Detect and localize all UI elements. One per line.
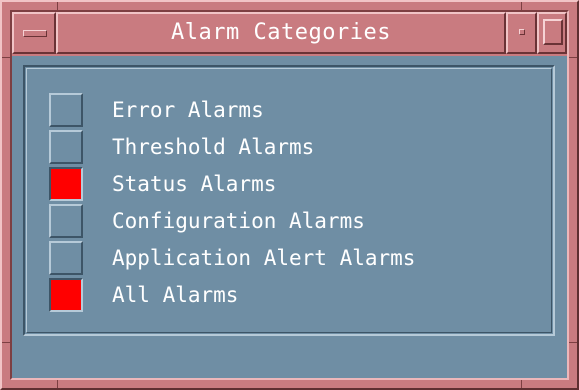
window-title[interactable]: Alarm Categories <box>56 12 506 54</box>
resize-mark <box>57 380 58 388</box>
resize-mark <box>2 57 10 58</box>
category-label: Configuration Alarms <box>112 209 365 233</box>
all-alarms-toggle[interactable] <box>49 278 83 312</box>
client-area: Error Alarms Threshold Alarms Status Ala… <box>12 56 567 378</box>
category-option-error[interactable]: Error Alarms <box>49 93 549 127</box>
resize-mark <box>569 57 577 58</box>
maximize-button[interactable] <box>537 12 567 54</box>
category-option-threshold[interactable]: Threshold Alarms <box>49 130 549 164</box>
category-option-application-alert[interactable]: Application Alert Alarms <box>49 241 549 275</box>
alarm-categories-window: Alarm Categories Error Alarms Threshold … <box>0 0 579 390</box>
category-option-status[interactable]: Status Alarms <box>49 167 549 201</box>
categories-group: Error Alarms Threshold Alarms Status Ala… <box>23 65 555 336</box>
error-alarms-toggle[interactable] <box>49 93 83 127</box>
category-label: Application Alert Alarms <box>112 246 416 270</box>
resize-mark <box>521 2 522 10</box>
resize-mark <box>57 2 58 10</box>
resize-mark <box>569 342 577 343</box>
category-label: All Alarms <box>112 283 239 307</box>
threshold-alarms-toggle[interactable] <box>49 130 83 164</box>
category-option-all[interactable]: All Alarms <box>49 278 549 312</box>
maximize-icon <box>543 19 563 45</box>
minimize-button[interactable] <box>506 12 537 54</box>
resize-mark <box>2 342 10 343</box>
configuration-alarms-toggle[interactable] <box>49 204 83 238</box>
window-menu-icon <box>23 30 47 37</box>
application-alert-alarms-toggle[interactable] <box>49 241 83 275</box>
category-label: Error Alarms <box>112 98 264 122</box>
resize-mark <box>521 380 522 388</box>
category-label: Threshold Alarms <box>112 135 315 159</box>
title-bar[interactable]: Alarm Categories <box>12 12 567 56</box>
status-alarms-toggle[interactable] <box>49 167 83 201</box>
minimize-icon <box>519 29 525 35</box>
category-label: Status Alarms <box>112 172 277 196</box>
window-menu-button[interactable] <box>12 12 56 54</box>
category-option-configuration[interactable]: Configuration Alarms <box>49 204 549 238</box>
